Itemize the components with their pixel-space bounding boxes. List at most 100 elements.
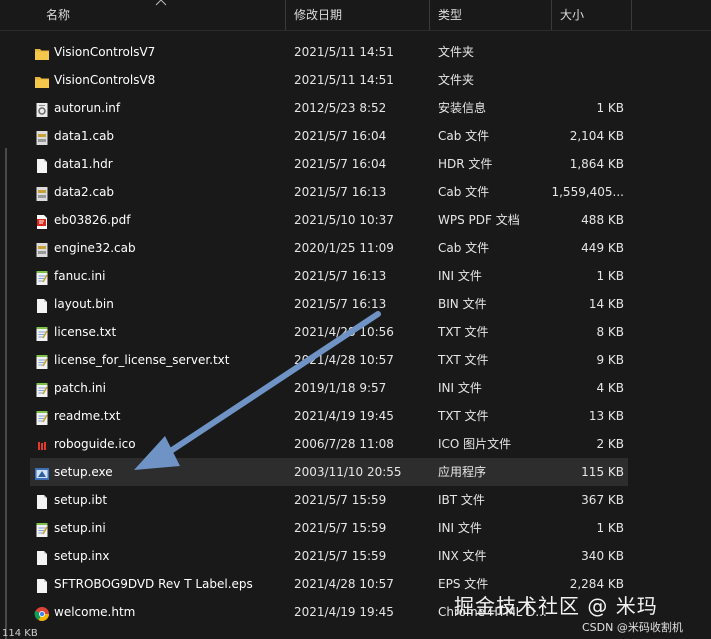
file-row[interactable]: eb03826.pdf 2021/5/10 10:37 WPS PDF 文档 488 … [30,206,628,234]
file-type: Cab 文件 [438,129,490,143]
file-size: 13 KB [588,409,624,423]
file-row[interactable]: setup.exe 2003/11/10 20:55 应用程序 115 KB [30,458,628,486]
file-type: TXT 文件 [438,409,489,423]
file-date: 2012/5/23 8:52 [294,101,387,115]
notepad-file-icon [34,408,50,425]
watermark-text: 掘金技术社区 @ 米玛 [454,594,658,618]
file-size: 2 KB [596,437,624,451]
file-type: WPS PDF 文档 [438,213,520,227]
file-size: 1 KB [596,521,624,535]
file-row[interactable]: readme.txt 2021/4/19 19:45 TXT 文件 13 KB [30,402,628,430]
file-size: 1,864 KB [569,157,624,171]
file-date: 2021/4/19 19:45 [294,409,394,423]
pdf-file-icon [34,212,50,229]
column-header-date[interactable]: 修改日期 [286,0,430,30]
file-name: setup.exe [54,465,113,479]
file-date: 2006/7/28 11:08 [294,437,394,451]
notepad-file-icon [34,268,50,285]
file-row[interactable]: setup.inx 2021/5/7 15:59 INX 文件 340 KB [30,542,628,570]
file-row[interactable]: setup.ibt 2021/5/7 15:59 IBT 文件 367 KB [30,486,628,514]
left-pane-scrollbar[interactable] [5,148,7,639]
status-bar: 114 KB [0,628,202,639]
file-date: 2021/5/7 15:59 [294,521,387,535]
file-type: INI 文件 [438,521,482,535]
file-name: license_for_license_server.txt [54,353,230,367]
file-name: autorun.inf [54,101,121,115]
file-row[interactable]: fanuc.ini 2021/5/7 16:13 INI 文件 1 KB [30,262,628,290]
file-row[interactable]: engine32.cab 2020/1/25 11:09 Cab 文件 449 KB [30,234,628,262]
file-size: 340 KB [581,549,624,563]
file-size: 115 KB [581,465,624,479]
file-row[interactable]: VisionControlsV7 2021/5/11 14:51 文件夹 [30,38,628,66]
file-type: TXT 文件 [438,325,489,339]
file-row[interactable]: setup.ini 2021/5/7 15:59 INI 文件 1 KB [30,514,628,542]
notepad-file-icon [34,352,50,369]
file-size: 1 KB [596,101,624,115]
file-explorer: 名称 修改日期 类型 大小 VisionControlsV7 2021/5/11 … [0,0,711,639]
file-row[interactable]: roboguide.ico 2006/7/28 11:08 ICO 图片文件 2 KB [30,430,628,458]
file-row[interactable]: data2.cab 2021/5/7 16:13 Cab 文件 1,559,405..… [30,178,628,206]
file-type: 应用程序 [438,465,487,479]
file-date: 2021/5/7 16:13 [294,185,387,199]
status-count: 114 KB [2,628,38,639]
notepad-file-icon [34,324,50,341]
file-type: HDR 文件 [438,157,493,171]
file-date: 2021/4/28 10:57 [294,577,394,591]
file-name: patch.ini [54,381,106,395]
blank-file-icon [34,296,50,313]
file-date: 2021/4/28 10:56 [294,325,394,339]
chrome-icon [34,604,50,621]
blank-file-icon [34,548,50,565]
file-date: 2003/11/10 20:55 [294,465,402,479]
file-name: license.txt [54,325,117,339]
file-name: data2.cab [54,185,115,199]
file-size: 9 KB [596,353,624,367]
file-name: fanuc.ini [54,269,106,283]
file-date: 2021/5/7 16:04 [294,129,387,143]
file-row[interactable]: license_for_license_server.txt 2021/4/28 … [30,346,628,374]
file-row[interactable]: data1.hdr 2021/5/7 16:04 HDR 文件 1,864 KB [30,150,628,178]
file-date: 2019/1/18 9:57 [294,381,387,395]
cab-file-icon [34,240,50,257]
robot-ico-icon [34,436,50,452]
file-name: SFTROBOG9DVD Rev T Label.eps [54,577,253,591]
file-row[interactable]: data1.cab 2021/5/7 16:04 Cab 文件 2,104 KB [30,122,628,150]
file-row[interactable]: layout.bin 2021/5/7 16:13 BIN 文件 14 KB [30,290,628,318]
file-type: 安装信息 [438,101,487,115]
file-date: 2020/1/25 11:09 [294,241,394,255]
file-type: Cab 文件 [438,185,490,199]
file-row[interactable]: autorun.inf 2012/5/23 8:52 安装信息 1 KB [30,94,628,122]
blank-file-icon [34,156,50,173]
cab-file-icon [34,184,50,201]
file-name: data1.hdr [54,157,113,171]
file-type: 文件夹 [438,45,475,59]
file-row[interactable]: patch.ini 2019/1/18 9:57 INI 文件 4 KB [30,374,628,402]
file-name: setup.ini [54,521,106,535]
file-date: 2021/5/10 10:37 [294,213,394,227]
file-name: VisionControlsV8 [54,73,156,87]
file-date: 2021/5/7 15:59 [294,493,387,507]
setup-exe-icon [34,464,50,480]
file-type: 文件夹 [438,73,475,87]
folder-icon [34,44,50,60]
file-size: 488 KB [581,213,624,227]
file-name: setup.inx [54,549,110,563]
file-size: 367 KB [581,493,624,507]
file-type: BIN 文件 [438,297,487,311]
file-name: VisionControlsV7 [54,45,156,59]
file-type: INI 文件 [438,269,482,283]
file-size: 2,104 KB [569,129,624,143]
column-header-size[interactable]: 大小 [552,0,632,30]
file-size: 14 KB [588,297,624,311]
column-header-name[interactable]: 名称 [38,0,286,30]
file-row[interactable]: VisionControlsV8 2021/5/11 14:51 文件夹 [30,66,628,94]
file-row[interactable]: license.txt 2021/4/28 10:56 TXT 文件 8 KB [30,318,628,346]
file-type: Cab 文件 [438,241,490,255]
file-date: 2021/5/7 15:59 [294,549,387,563]
file-type: IBT 文件 [438,493,485,507]
blank-file-icon [34,576,50,593]
column-header-type[interactable]: 类型 [430,0,552,30]
blank-file-icon [34,492,50,509]
notepad-file-icon [34,520,50,537]
file-date: 2021/5/7 16:13 [294,269,387,283]
